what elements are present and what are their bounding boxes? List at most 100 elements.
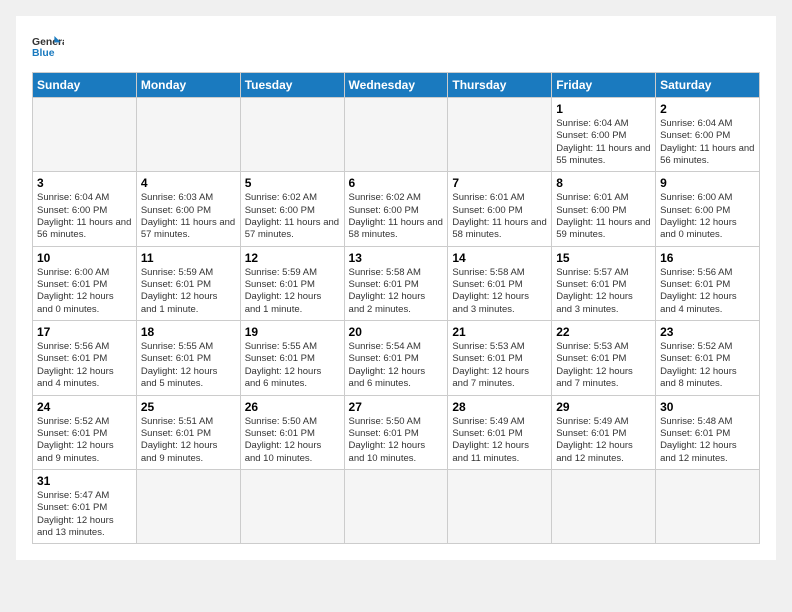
day-cell: 20 Sunrise: 5:54 AM Sunset: 6:01 PM Dayli… xyxy=(344,321,448,395)
day-number: 25 xyxy=(141,400,236,414)
day-info: Sunrise: 5:49 AM Sunset: 6:01 PM Dayligh… xyxy=(556,416,651,465)
day-number: 4 xyxy=(141,176,236,190)
day-cell xyxy=(344,469,448,543)
day-info: Sunrise: 6:02 AM Sunset: 6:00 PM Dayligh… xyxy=(349,192,444,241)
day-info: Sunrise: 5:52 AM Sunset: 6:01 PM Dayligh… xyxy=(660,341,755,390)
day-cell: 7 Sunrise: 6:01 AM Sunset: 6:00 PM Daylig… xyxy=(448,172,552,246)
logo: GeneralBlue xyxy=(32,32,64,64)
weekday-header-saturday: Saturday xyxy=(656,73,760,98)
day-number: 22 xyxy=(556,325,651,339)
calendar-page: GeneralBlue SundayMondayTuesdayWednesday… xyxy=(16,16,776,560)
day-cell: 19Sunrise: 5:55 AM Sunset: 6:01 PM Dayli… xyxy=(240,321,344,395)
weekday-header-sunday: Sunday xyxy=(33,73,137,98)
header-area: GeneralBlue xyxy=(32,32,760,64)
day-cell xyxy=(33,98,137,172)
weekday-header-wednesday: Wednesday xyxy=(344,73,448,98)
day-cell: 29 Sunrise: 5:49 AM Sunset: 6:01 PM Dayli… xyxy=(552,395,656,469)
week-row-1: 3Sunrise: 6:04 AM Sunset: 6:00 PM Daylig… xyxy=(33,172,760,246)
day-cell: 5 Sunrise: 6:02 AM Sunset: 6:00 PM Daylig… xyxy=(240,172,344,246)
day-info: Sunrise: 5:50 AM Sunset: 6:01 PM Dayligh… xyxy=(349,416,444,465)
day-info: Sunrise: 6:04 AM Sunset: 6:00 PM Dayligh… xyxy=(37,192,132,241)
day-info: Sunrise: 6:01 AM Sunset: 6:00 PM Dayligh… xyxy=(452,192,547,241)
day-info: Sunrise: 6:00 AM Sunset: 6:00 PM Dayligh… xyxy=(660,192,755,241)
day-cell: 1Sunrise: 6:04 AM Sunset: 6:00 PM Daylig… xyxy=(552,98,656,172)
day-info: Sunrise: 5:52 AM Sunset: 6:01 PM Dayligh… xyxy=(37,416,132,465)
day-cell xyxy=(136,469,240,543)
day-info: Sunrise: 5:47 AM Sunset: 6:01 PM Dayligh… xyxy=(37,490,132,539)
day-cell xyxy=(344,98,448,172)
day-info: Sunrise: 6:04 AM Sunset: 6:00 PM Dayligh… xyxy=(660,118,755,167)
day-cell xyxy=(448,469,552,543)
day-cell xyxy=(448,98,552,172)
day-number: 15 xyxy=(556,251,651,265)
day-info: Sunrise: 5:56 AM Sunset: 6:01 PM Dayligh… xyxy=(37,341,132,390)
day-cell xyxy=(240,98,344,172)
day-info: Sunrise: 5:58 AM Sunset: 6:01 PM Dayligh… xyxy=(452,267,547,316)
day-number: 31 xyxy=(37,474,132,488)
day-cell: 31 Sunrise: 5:47 AM Sunset: 6:01 PM Dayli… xyxy=(33,469,137,543)
day-cell: 10Sunrise: 6:00 AM Sunset: 6:01 PM Dayli… xyxy=(33,246,137,320)
day-number: 14 xyxy=(452,251,547,265)
day-info: Sunrise: 5:48 AM Sunset: 6:01 PM Dayligh… xyxy=(660,416,755,465)
svg-text:Blue: Blue xyxy=(32,48,55,59)
day-cell: 14 Sunrise: 5:58 AM Sunset: 6:01 PM Dayli… xyxy=(448,246,552,320)
day-number: 11 xyxy=(141,251,236,265)
weekday-header-thursday: Thursday xyxy=(448,73,552,98)
day-number: 8 xyxy=(556,176,651,190)
day-number: 12 xyxy=(245,251,340,265)
day-info: Sunrise: 5:57 AM Sunset: 6:01 PM Dayligh… xyxy=(556,267,651,316)
day-cell: 13Sunrise: 5:58 AM Sunset: 6:01 PM Dayli… xyxy=(344,246,448,320)
day-cell: 2 Sunrise: 6:04 AM Sunset: 6:00 PM Daylig… xyxy=(656,98,760,172)
week-row-5: 31 Sunrise: 5:47 AM Sunset: 6:01 PM Dayli… xyxy=(33,469,760,543)
day-cell xyxy=(240,469,344,543)
day-cell: 28Sunrise: 5:49 AM Sunset: 6:01 PM Dayli… xyxy=(448,395,552,469)
day-info: Sunrise: 6:03 AM Sunset: 6:00 PM Dayligh… xyxy=(141,192,236,241)
generalblue-logo-icon: GeneralBlue xyxy=(32,32,64,64)
day-cell xyxy=(552,469,656,543)
day-cell: 26Sunrise: 5:50 AM Sunset: 6:01 PM Dayli… xyxy=(240,395,344,469)
day-number: 23 xyxy=(660,325,755,339)
day-number: 5 xyxy=(245,176,340,190)
day-cell: 9 Sunrise: 6:00 AM Sunset: 6:00 PM Daylig… xyxy=(656,172,760,246)
day-info: Sunrise: 5:54 AM Sunset: 6:01 PM Dayligh… xyxy=(349,341,444,390)
day-number: 30 xyxy=(660,400,755,414)
day-number: 9 xyxy=(660,176,755,190)
day-info: Sunrise: 6:00 AM Sunset: 6:01 PM Dayligh… xyxy=(37,267,132,316)
weekday-header-monday: Monday xyxy=(136,73,240,98)
day-number: 17 xyxy=(37,325,132,339)
day-number: 26 xyxy=(245,400,340,414)
day-number: 16 xyxy=(660,251,755,265)
calendar-table: SundayMondayTuesdayWednesdayThursdayFrid… xyxy=(32,72,760,544)
day-number: 13 xyxy=(349,251,444,265)
day-number: 2 xyxy=(660,102,755,116)
day-info: Sunrise: 5:53 AM Sunset: 6:01 PM Dayligh… xyxy=(452,341,547,390)
day-cell: 3Sunrise: 6:04 AM Sunset: 6:00 PM Daylig… xyxy=(33,172,137,246)
day-info: Sunrise: 6:01 AM Sunset: 6:00 PM Dayligh… xyxy=(556,192,651,241)
day-number: 6 xyxy=(349,176,444,190)
week-row-4: 24Sunrise: 5:52 AM Sunset: 6:01 PM Dayli… xyxy=(33,395,760,469)
week-row-0: 1 Sunrise: 6:04 AM Sunset: 6:00 PM Daylig… xyxy=(33,98,760,172)
day-cell xyxy=(656,469,760,543)
day-number: 29 xyxy=(556,400,651,414)
day-cell: 23 Sunrise: 5:52 AM Sunset: 6:01 PM Dayli… xyxy=(656,321,760,395)
day-cell: 15 Sunrise: 5:57 AM Sunset: 6:01 PM Dayli… xyxy=(552,246,656,320)
day-cell: 17 Sunrise: 5:56 AM Sunset: 6:01 PM Dayli… xyxy=(33,321,137,395)
day-cell: 16 Sunrise: 5:56 AM Sunset: 6:01 PM Dayli… xyxy=(656,246,760,320)
day-cell: 18Sunrise: 5:55 AM Sunset: 6:01 PM Dayli… xyxy=(136,321,240,395)
calendar-body: 1 Sunrise: 6:04 AM Sunset: 6:00 PM Daylig… xyxy=(33,98,760,544)
day-info: Sunrise: 5:56 AM Sunset: 6:01 PM Dayligh… xyxy=(660,267,755,316)
day-info: Sunrise: 5:59 AM Sunset: 6:01 PM Dayligh… xyxy=(245,267,340,316)
day-cell: 12 Sunrise: 5:59 AM Sunset: 6:01 PM Dayli… xyxy=(240,246,344,320)
day-cell: 22Sunrise: 5:53 AM Sunset: 6:01 PM Dayli… xyxy=(552,321,656,395)
day-number: 20 xyxy=(349,325,444,339)
day-info: Sunrise: 5:59 AM Sunset: 6:01 PM Dayligh… xyxy=(141,267,236,316)
week-row-3: 17 Sunrise: 5:56 AM Sunset: 6:01 PM Dayli… xyxy=(33,321,760,395)
day-cell: 6 Sunrise: 6:02 AM Sunset: 6:00 PM Daylig… xyxy=(344,172,448,246)
day-info: Sunrise: 6:02 AM Sunset: 6:00 PM Dayligh… xyxy=(245,192,340,241)
day-number: 21 xyxy=(452,325,547,339)
day-info: Sunrise: 5:49 AM Sunset: 6:01 PM Dayligh… xyxy=(452,416,547,465)
day-number: 7 xyxy=(452,176,547,190)
day-cell: 8 Sunrise: 6:01 AM Sunset: 6:00 PM Daylig… xyxy=(552,172,656,246)
weekday-header-tuesday: Tuesday xyxy=(240,73,344,98)
day-number: 1 xyxy=(556,102,651,116)
